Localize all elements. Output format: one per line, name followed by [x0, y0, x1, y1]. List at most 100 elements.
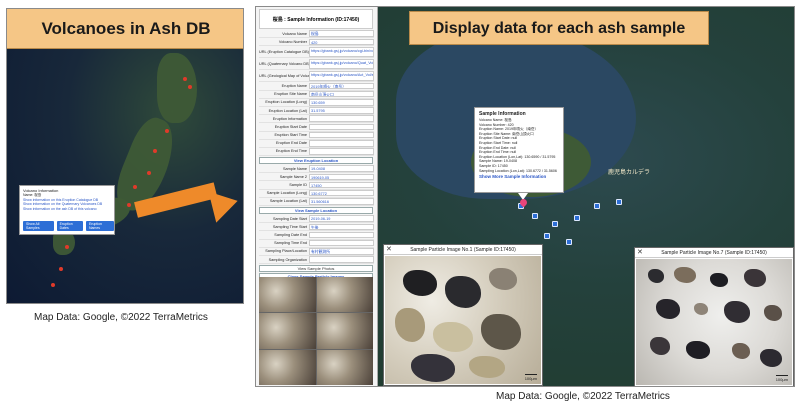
field-value[interactable]: 17450 — [309, 181, 374, 189]
field-row: Sample Name 2 190619-05 — [259, 173, 374, 182]
particle-thumbnail[interactable] — [316, 349, 373, 385]
field-label: Sampling Organization — [268, 257, 307, 262]
field-label: Sample Location (Long) — [266, 191, 307, 196]
view-sample-photos-button[interactable]: View Sample Photos — [259, 265, 373, 273]
volcano-marker[interactable] — [59, 267, 63, 271]
field-row: Eruption Site Name 南岳山頂火口 — [259, 90, 374, 99]
sample-marker[interactable] — [616, 199, 622, 205]
particle-image-window-1[interactable]: ✕ Sample Particle Image No.1 (Sample ID:… — [383, 244, 543, 386]
sample-map-panel[interactable]: 鹿児島カルデラ Display data for each ash sample… — [255, 6, 795, 387]
field-value[interactable]: 午後 — [309, 223, 374, 231]
field-row: URL (Eruption Catalogue DB) https://gbank… — [259, 46, 374, 59]
ash-grain — [656, 299, 680, 319]
popup-line: Sampling Location (Lon,Lat): 130.6772 / … — [479, 168, 557, 173]
field-value[interactable] — [309, 256, 374, 263]
field-value[interactable]: 南岳山頂火口 — [309, 90, 374, 98]
eruption-names-button[interactable]: Eruption Names — [85, 221, 114, 231]
particle-image: 100μm — [636, 259, 792, 385]
field-value[interactable]: https://gbank.gsj.jp/volcano/Act_Vol/sak… — [309, 70, 374, 81]
show-more-sample-info-link[interactable]: Show More Sample Information — [479, 174, 559, 179]
field-label: Eruption End Time — [275, 149, 307, 154]
field-row: Eruption End Time — [259, 148, 374, 157]
volcano-marker-sakurajima[interactable] — [65, 245, 69, 249]
ash-grain — [744, 269, 766, 287]
sample-marker[interactable] — [544, 233, 550, 239]
volcano-marker[interactable] — [153, 149, 157, 153]
sample-marker[interactable] — [532, 213, 538, 219]
volcano-marker[interactable] — [188, 85, 192, 89]
field-row: Sampling Organization — [259, 256, 374, 265]
field-label: Sampling Date End — [274, 232, 307, 237]
field-value[interactable] — [309, 131, 374, 139]
field-value[interactable]: 桜島 — [309, 30, 374, 37]
field-value[interactable]: https://gbank.gsj.jp/volcano/Quat_Vol/vo… — [309, 58, 374, 69]
field-row: Sampling Date Start 2019-06-19 — [259, 215, 374, 224]
view-sample-location-button[interactable]: View Sample Location — [259, 207, 373, 214]
popup-link-ash-db[interactable]: Show information on the ash DB of this v… — [23, 207, 111, 212]
particle-thumbnail[interactable] — [259, 277, 316, 313]
field-value[interactable]: 130.6772 — [309, 189, 374, 197]
field-value[interactable]: https://gbank.gsj.jp/volcano/cgi-bin/vol… — [309, 46, 374, 57]
ash-grain — [694, 303, 708, 315]
field-value[interactable]: 130.659 — [309, 99, 374, 106]
field-label: URL (Eruption Catalogue DB) — [259, 49, 309, 54]
close-icon[interactable]: ✕ — [637, 248, 643, 258]
field-label: Sample Name 2 — [279, 174, 307, 179]
field-value[interactable]: 有村観測所 — [309, 248, 374, 255]
field-label: Eruption End Date — [275, 141, 307, 146]
field-value[interactable]: 420 — [309, 38, 374, 46]
field-value[interactable]: 2019-06-19 — [309, 215, 374, 222]
sample-fields: Sample Name 19-0408 Sample Name 2 190619-05… — [259, 165, 374, 206]
field-value[interactable]: 19-0408 — [309, 165, 374, 172]
volcano-marker[interactable] — [165, 129, 169, 133]
field-row: Sampling Time End — [259, 239, 374, 248]
field-label: Eruption Site Name — [274, 92, 307, 97]
field-row: Eruption Name 2019年噴火（南岳） — [259, 82, 374, 91]
ash-grain — [764, 305, 782, 321]
popup-buttons: Show All Samples Eruption Dates Eruption… — [23, 221, 114, 231]
field-value[interactable] — [309, 148, 374, 155]
particle-image-window-7[interactable]: ✕ Sample Particle Image No.7 (Sample ID:… — [634, 247, 794, 386]
field-value[interactable]: 31.560616 — [309, 198, 374, 205]
particle-thumbnail[interactable] — [316, 313, 373, 349]
field-value[interactable]: 2019年噴火（南岳） — [309, 82, 374, 90]
popup-link-quaternary-db[interactable]: Show information on the Quaternary Volca… — [23, 202, 111, 207]
particle-thumbnail[interactable] — [259, 313, 316, 349]
particle-thumbnail[interactable] — [316, 277, 373, 313]
field-value[interactable] — [309, 239, 374, 247]
field-value[interactable] — [309, 115, 374, 122]
field-row: Eruption Start Date — [259, 123, 374, 132]
field-row: Eruption End Date — [259, 140, 374, 148]
field-value[interactable]: 31.5795 — [309, 107, 374, 114]
field-value[interactable] — [309, 123, 374, 131]
field-row: Volcano Number 420 — [259, 38, 374, 47]
ash-grain — [650, 337, 670, 355]
field-value[interactable]: 190619-05 — [309, 173, 374, 181]
volcano-marker[interactable] — [51, 283, 55, 287]
view-eruption-location-button[interactable]: View Eruption Location — [259, 157, 373, 165]
close-icon[interactable]: ✕ — [386, 245, 392, 255]
field-value[interactable] — [309, 140, 374, 147]
sample-marker[interactable] — [594, 203, 600, 209]
volcano-marker[interactable] — [183, 77, 187, 81]
field-label: Sampling Place/Location — [265, 249, 307, 254]
sample-marker[interactable] — [566, 239, 572, 245]
volcano-marker[interactable] — [133, 185, 137, 189]
ash-grain — [433, 322, 473, 352]
field-row: Eruption Start Time — [259, 131, 374, 140]
field-row: Sample Location (Long) 130.6772 — [259, 189, 374, 198]
volcano-marker[interactable] — [127, 203, 131, 207]
sample-marker[interactable] — [552, 221, 558, 227]
field-value[interactable] — [309, 231, 374, 239]
field-label: Sample Name — [282, 166, 307, 171]
window-title: Sample Particle Image No.1 (Sample ID:17… — [410, 247, 516, 253]
volcano-marker[interactable] — [147, 171, 151, 175]
volcano-map-panel[interactable]: Volcanoes in Ash DB Volcano Information … — [6, 8, 244, 304]
show-all-samples-button[interactable]: Show All Samples — [23, 221, 54, 231]
eruption-dates-button[interactable]: Eruption Dates — [56, 221, 83, 231]
right-map-caption: Map Data: Google, ©2022 TerraMetrics — [496, 391, 670, 402]
sample-marker[interactable] — [574, 215, 580, 221]
scale-bar: 100μm — [775, 375, 788, 382]
field-row: Sample ID 17450 — [259, 181, 374, 190]
particle-thumbnail[interactable] — [259, 349, 316, 385]
